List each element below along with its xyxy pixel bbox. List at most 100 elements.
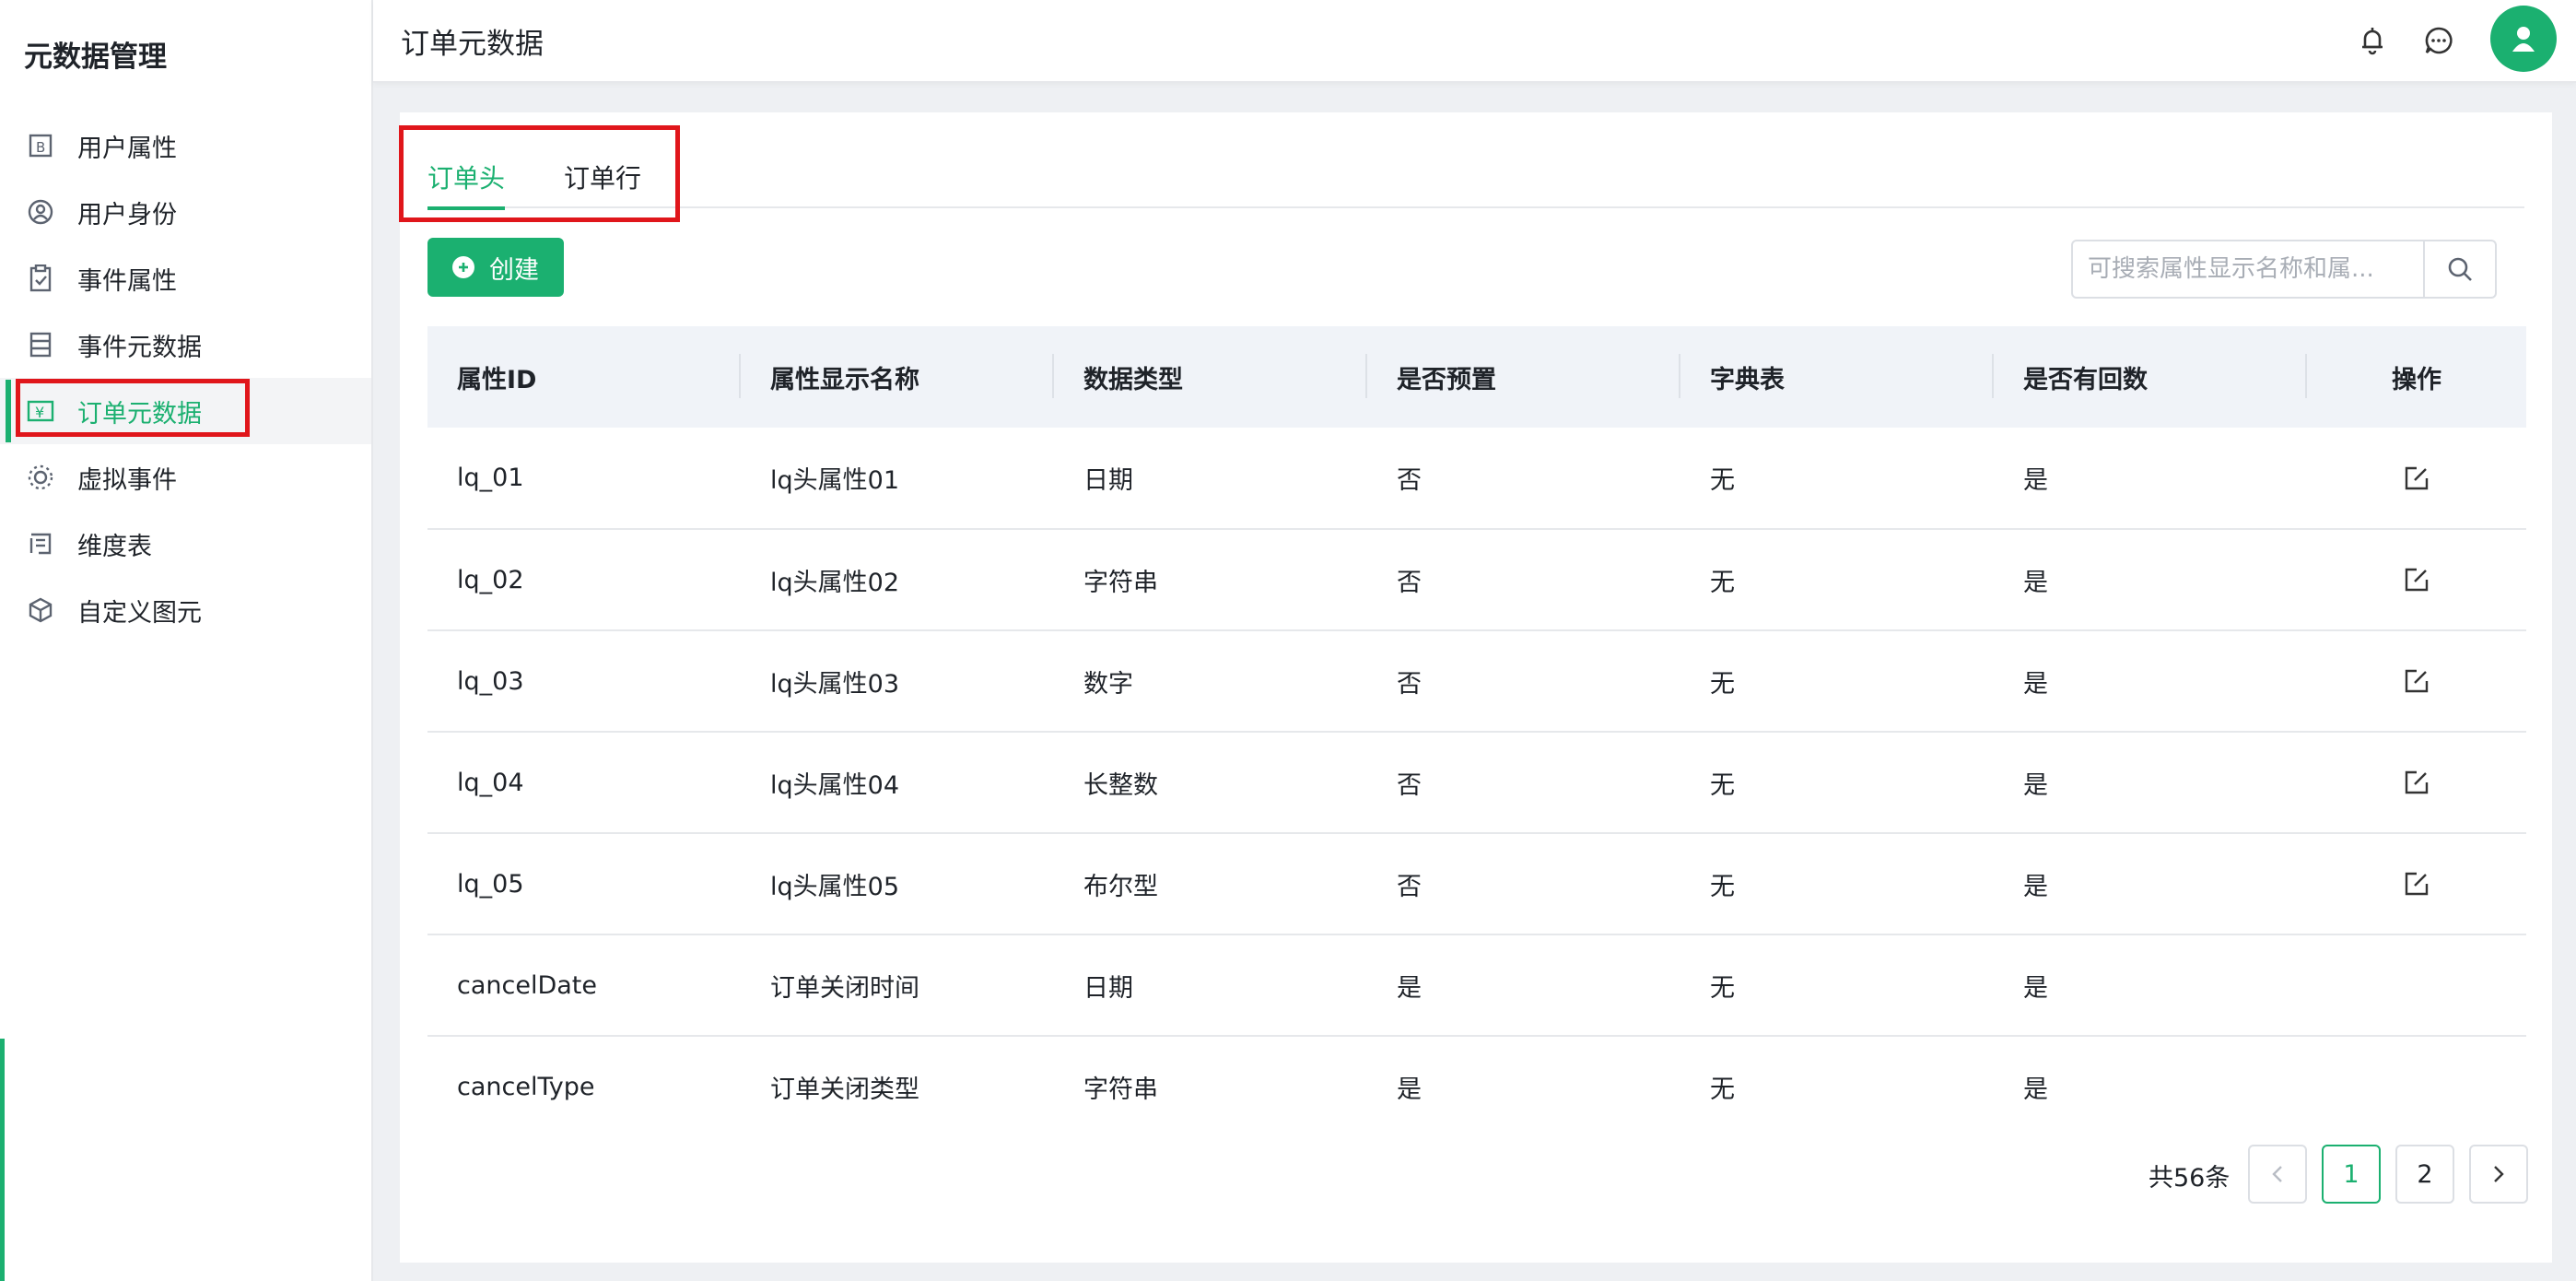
- edit-icon[interactable]: [2401, 665, 2432, 697]
- pagination-page-1[interactable]: 1: [2322, 1145, 2381, 1204]
- cell-backfill: 是: [2023, 973, 2048, 1003]
- cell-dictionary: 无: [1710, 1075, 1735, 1104]
- cell-preset: 否: [1397, 568, 1422, 597]
- cell-display-name: 订单关闭类型: [770, 1075, 919, 1104]
- pagination-next-button[interactable]: [2469, 1145, 2528, 1204]
- cell-actions: [2307, 529, 2526, 630]
- table-row: lq_03 lq头属性03 数字 否 无 是: [427, 630, 2526, 732]
- edit-icon[interactable]: [2401, 868, 2432, 899]
- cell-attribute-id: lq_01: [457, 464, 524, 492]
- pagination-prev-button[interactable]: [2248, 1145, 2307, 1204]
- cell-data-type: 字符串: [1083, 1075, 1158, 1104]
- cell-actions: [2307, 732, 2526, 833]
- dimension-table-icon: [26, 529, 55, 558]
- cell-backfill: 是: [2023, 770, 2048, 800]
- chevron-right-icon: [2494, 1166, 2504, 1182]
- pagination-page-2[interactable]: 2: [2395, 1145, 2454, 1204]
- create-button[interactable]: 创建: [427, 238, 564, 297]
- cell-backfill: 是: [2023, 669, 2048, 699]
- sidebar-item-user-attributes[interactable]: B 用户属性: [0, 112, 371, 179]
- avatar[interactable]: [2490, 6, 2557, 72]
- event-meta-icon: [26, 330, 55, 359]
- plus-circle-icon: [452, 256, 474, 278]
- svg-text:B: B: [36, 139, 45, 156]
- message-icon[interactable]: [2420, 22, 2457, 59]
- cell-preset: 否: [1397, 770, 1422, 800]
- cell-display-name: lq头属性04: [770, 770, 899, 800]
- search-button[interactable]: [2423, 241, 2495, 297]
- column-header: 属性ID: [427, 326, 741, 428]
- cell-display-name: lq头属性05: [770, 872, 899, 901]
- column-header: 字典表: [1680, 326, 1994, 428]
- table-row: lq_01 lq头属性01 日期 否 无 是: [427, 428, 2526, 529]
- table-row: cancelType 订单关闭类型 字符串 是 无 是: [427, 1036, 2526, 1137]
- table-row: lq_02 lq头属性02 字符串 否 无 是: [427, 529, 2526, 630]
- user-attr-icon: B: [26, 131, 55, 160]
- cell-backfill: 是: [2023, 466, 2048, 495]
- cell-dictionary: 无: [1710, 973, 1735, 1003]
- sidebar-item-event-metadata[interactable]: 事件元数据: [0, 311, 371, 378]
- sidebar-item-label: 事件属性: [77, 266, 177, 296]
- user-icon: [2512, 27, 2535, 52]
- cell-data-type: 数字: [1083, 669, 1133, 699]
- column-header: 属性显示名称: [741, 326, 1054, 428]
- search-icon: [2448, 257, 2472, 281]
- sidebar-item-order-metadata[interactable]: ¥ 订单元数据: [0, 378, 371, 444]
- sidebar-item-label: 用户身份: [77, 200, 177, 229]
- cell-backfill: 是: [2023, 568, 2048, 597]
- sidebar-menu: B 用户属性 用户身份 事件属性 事件元数据 ¥ 订单元数据 虚拟事件 维度表 …: [0, 112, 371, 643]
- cell-data-type: 字符串: [1083, 568, 1158, 597]
- cell-preset: 是: [1397, 1075, 1422, 1104]
- edit-icon[interactable]: [2401, 767, 2432, 798]
- cell-attribute-id: lq_04: [457, 768, 524, 797]
- cell-backfill: 是: [2023, 872, 2048, 901]
- bell-icon[interactable]: [2354, 22, 2391, 59]
- cell-actions: [2307, 1036, 2526, 1137]
- cell-dictionary: 无: [1710, 568, 1735, 597]
- column-header: 操作: [2392, 365, 2441, 394]
- cell-preset: 否: [1397, 872, 1422, 901]
- cell-attribute-id: lq_02: [457, 565, 524, 594]
- cell-preset: 否: [1397, 669, 1422, 699]
- cell-attribute-id: lq_05: [457, 869, 524, 899]
- sidebar-item-event-attributes[interactable]: 事件属性: [0, 245, 371, 311]
- highlight-box: [16, 379, 250, 437]
- user-identity-icon: [26, 197, 55, 227]
- cell-display-name: 订单关闭时间: [770, 973, 919, 1003]
- sidebar-item-label: 虚拟事件: [77, 465, 177, 495]
- sidebar-title: 元数据管理: [24, 41, 167, 74]
- create-button-label: 创建: [489, 255, 539, 284]
- table-row: cancelDate 订单关闭时间 日期 是 无 是: [427, 934, 2526, 1036]
- sidebar-item-dimension-table[interactable]: 维度表: [0, 511, 371, 577]
- search-input[interactable]: [2073, 241, 2423, 297]
- chevron-left-icon: [2272, 1166, 2282, 1182]
- cell-attribute-id: cancelDate: [457, 970, 597, 1000]
- top-bar: 订单元数据: [373, 0, 2576, 83]
- edit-icon[interactable]: [2401, 564, 2432, 595]
- sidebar-item-virtual-events[interactable]: 虚拟事件: [0, 444, 371, 511]
- cell-preset: 否: [1397, 466, 1422, 495]
- cell-actions: [2307, 630, 2526, 732]
- sidebar-item-user-identity[interactable]: 用户身份: [0, 179, 371, 245]
- sidebar-item-custom-elements[interactable]: 自定义图元: [0, 577, 371, 643]
- edit-icon[interactable]: [2401, 463, 2432, 494]
- virtual-event-icon: [26, 463, 55, 492]
- cell-display-name: lq头属性02: [770, 568, 899, 597]
- cell-display-name: lq头属性01: [770, 466, 899, 495]
- cell-actions: [2307, 833, 2526, 934]
- table-row: lq_05 lq头属性05 布尔型 否 无 是: [427, 833, 2526, 934]
- cell-data-type: 日期: [1083, 466, 1133, 495]
- sidebar-item-label: 自定义图元: [77, 598, 202, 628]
- sidebar: 元数据管理 B 用户属性 用户身份 事件属性 事件元数据 ¥ 订单元数据 虚拟事…: [0, 0, 373, 1281]
- table-header-row: 属性ID 属性显示名称 数据类型 是否预置 字典表 是否有回数 操作: [427, 326, 2526, 428]
- tab-bar: 订单头 订单行: [427, 149, 2524, 210]
- column-header: 是否有回数: [1994, 326, 2307, 428]
- highlight-box: [399, 125, 680, 222]
- cell-display-name: lq头属性03: [770, 669, 899, 699]
- event-attr-icon: [26, 264, 55, 293]
- cell-dictionary: 无: [1710, 669, 1735, 699]
- cell-data-type: 布尔型: [1083, 872, 1158, 901]
- cell-data-type: 长整数: [1083, 770, 1158, 800]
- main-card: 订单头 订单行 创建 属性ID 属性显示名称 数据类型 是否预置 字典表 是否有…: [399, 112, 2552, 1263]
- table-row: lq_04 lq头属性04 长整数 否 无 是: [427, 732, 2526, 833]
